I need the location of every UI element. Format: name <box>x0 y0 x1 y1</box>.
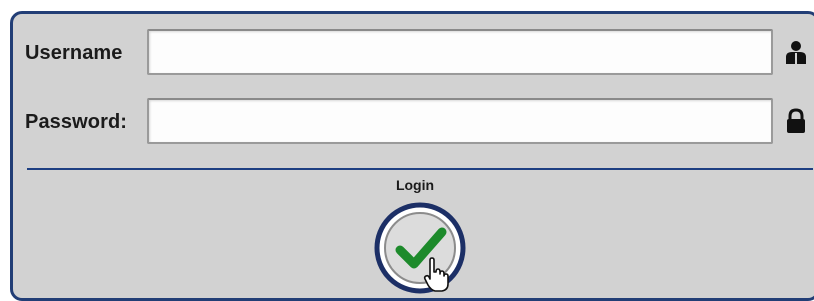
user-icon <box>783 39 809 65</box>
username-row: Username <box>13 29 813 75</box>
username-field[interactable] <box>147 29 773 75</box>
password-field[interactable] <box>147 98 773 144</box>
password-label: Password: <box>25 111 128 133</box>
lock-icon <box>783 108 809 134</box>
username-label: Username <box>25 42 123 64</box>
divider <box>27 168 813 170</box>
login-label: Login <box>395 177 435 193</box>
login-button[interactable] <box>374 202 466 294</box>
password-row: Password: <box>13 98 813 144</box>
login-panel: Username Password: Login <box>10 11 814 301</box>
